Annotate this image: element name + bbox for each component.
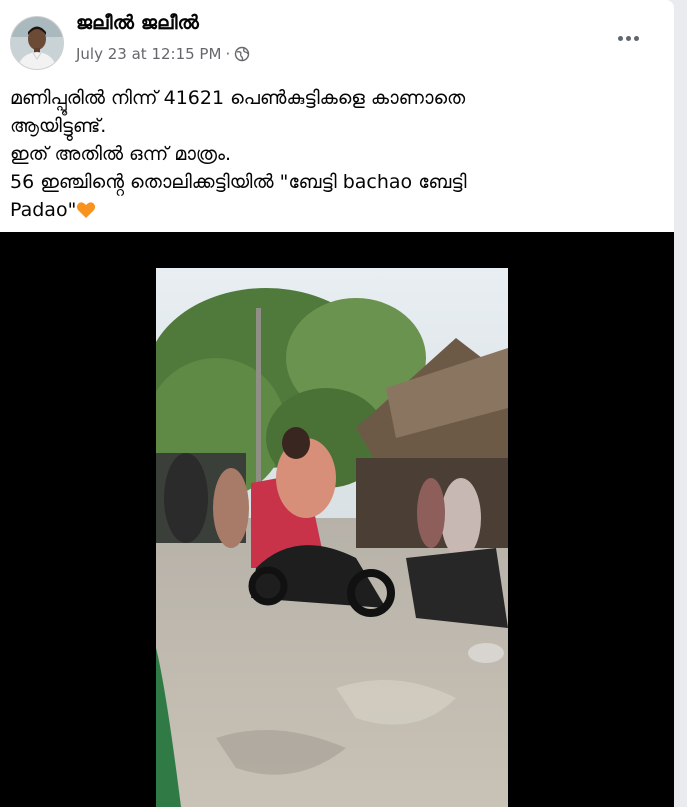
post-card: ജലീൽ ജലീൽ July 23 at 12:15 PM · മണിപ്പൂര… — [0, 0, 674, 807]
more-horizontal-icon — [617, 35, 623, 41]
post-line: ആയിട്ടുണ്ട്. — [10, 115, 107, 137]
post-timestamp[interactable]: July 23 at 12:15 PM — [76, 45, 221, 63]
video-frame — [156, 268, 508, 807]
feed-background — [674, 0, 687, 807]
post-line: മണിപ്പൂരിൽ നിന്ന് 41621 പെൺകുട്ടികളെ കാണ… — [10, 87, 466, 109]
post-line: Padao" — [10, 199, 77, 221]
orange-heart-icon — [77, 202, 96, 218]
author-avatar[interactable] — [10, 16, 64, 70]
post-meta: July 23 at 12:15 PM · — [76, 45, 250, 63]
post-line: 56 ഇഞ്ചിൻ്റെ തൊലിക്കട്ടിയിൽ "ബേട്ടി bach… — [10, 171, 467, 193]
video-player[interactable] — [0, 232, 674, 807]
video-thumbnail — [156, 268, 508, 807]
author-name[interactable]: ജലീൽ ജലീൽ — [76, 12, 199, 34]
post-body: മണിപ്പൂരിൽ നിന്ന് 41621 പെൺകുട്ടികളെ കാണ… — [10, 84, 650, 224]
post-line: ഇത് അതിൽ ഒന്ന് മാത്രം. — [10, 143, 231, 165]
meta-separator: · — [225, 45, 231, 63]
post-line-last: Padao" — [10, 196, 650, 224]
post-header: ജലീൽ ജലീൽ July 23 at 12:15 PM · — [0, 0, 674, 70]
more-options-button[interactable] — [610, 24, 646, 52]
more-dot — [633, 35, 639, 41]
avatar-photo — [11, 17, 63, 69]
globe-icon[interactable] — [234, 46, 250, 62]
more-dot — [625, 35, 631, 41]
